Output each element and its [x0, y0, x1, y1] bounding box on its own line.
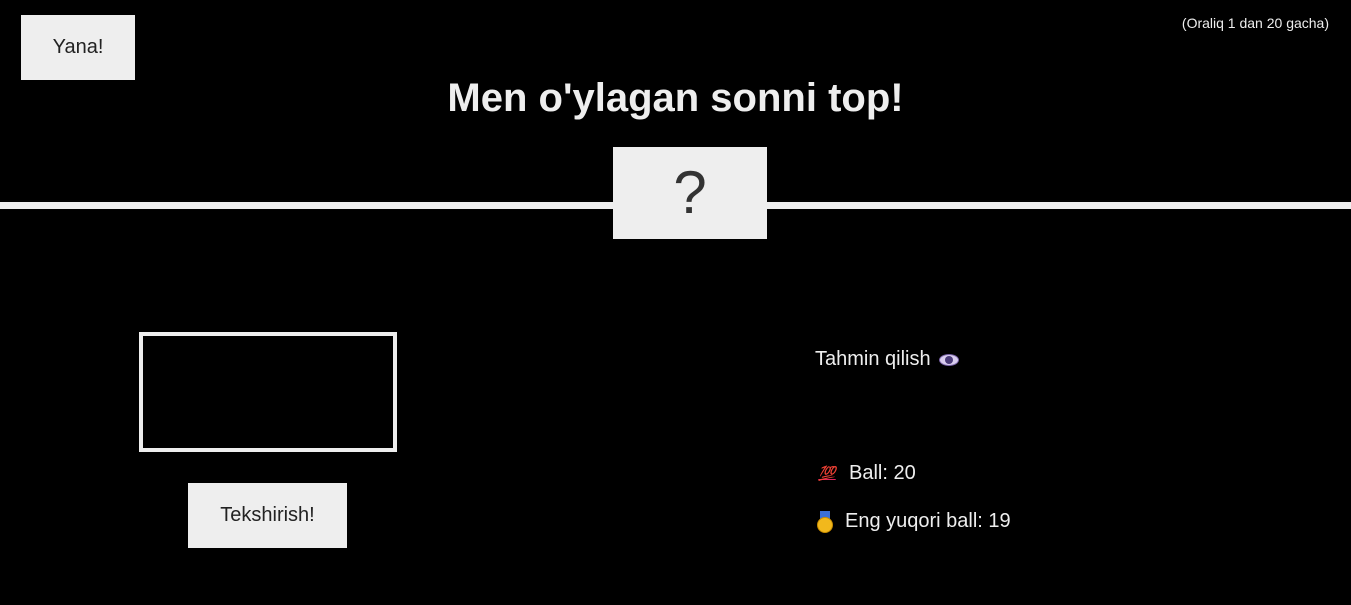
game-stage: Yana! (Oraliq 1 dan 20 gacha) Men o'ylag…: [0, 0, 1351, 605]
status-message: Tahmin qilish: [815, 348, 959, 371]
highscore-label: Eng yuqori ball: 19: [845, 510, 1011, 532]
score-label: Ball: 20: [849, 462, 916, 484]
hundred-points-icon: 💯: [818, 465, 836, 481]
again-button[interactable]: Yana!: [21, 15, 135, 80]
range-note: (Oraliq 1 dan 20 gacha): [1181, 15, 1329, 31]
check-button[interactable]: Tekshirish!: [188, 483, 347, 548]
secret-number-box: ?: [613, 147, 767, 239]
page-title: Men o'ylagan sonni top!: [447, 76, 904, 120]
status-message-text: Tahmin qilish: [815, 348, 931, 370]
score-display: 💯 Ball: 20: [815, 462, 916, 485]
highscore-display: Eng yuqori ball: 19: [815, 510, 1011, 533]
eye-icon: [938, 353, 959, 366]
medal-icon: [815, 510, 835, 533]
guess-input[interactable]: [139, 332, 397, 452]
